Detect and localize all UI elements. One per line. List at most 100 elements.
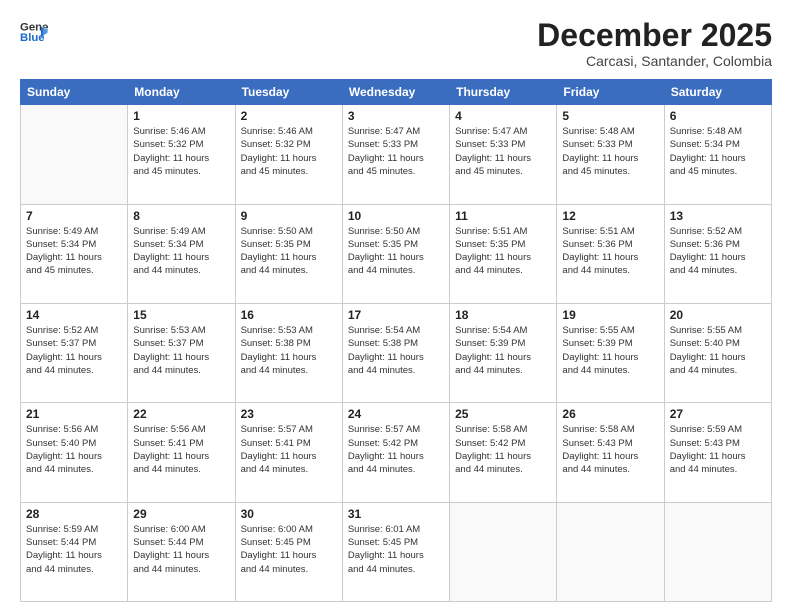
calendar-cell: 15Sunrise: 5:53 AM Sunset: 5:37 PM Dayli… [128,303,235,402]
calendar-cell: 10 Sunrise: 5:50 AM Sunset: 5:35 PM Dayli… [342,204,449,303]
calendar-week-row: 7 Sunrise: 5:49 AM Sunset: 5:34 PM Daylig… [21,204,772,303]
page: General Blue December 2025 Carcasi, Sant… [0,0,792,612]
day-info: Sunrise: 6:01 AM Sunset: 5:45 PM Dayligh… [348,523,444,576]
calendar-cell: 26Sunrise: 5:58 AM Sunset: 5:43 PM Dayli… [557,403,664,502]
calendar-cell: 9Sunrise: 5:50 AM Sunset: 5:35 PM Daylig… [235,204,342,303]
day-info: Sunrise: 5:57 AM Sunset: 5:41 PM Dayligh… [241,423,337,476]
calendar-week-row: 21Sunrise: 5:56 AM Sunset: 5:40 PM Dayli… [21,403,772,502]
day-number: 10 [348,209,444,223]
calendar-cell: 8 Sunrise: 5:49 AM Sunset: 5:34 PM Daylig… [128,204,235,303]
day-info: Sunrise: 5:47 AM Sunset: 5:33 PM Dayligh… [348,125,444,178]
day-info: Sunrise: 5:50 AM Sunset: 5:35 PM Dayligh… [348,225,444,278]
col-header-sunday: Sunday [21,80,128,105]
col-header-thursday: Thursday [450,80,557,105]
calendar-week-row: 1 Sunrise: 5:46 AM Sunset: 5:32 PM Daylig… [21,105,772,204]
day-number: 8 [133,209,229,223]
day-number: 17 [348,308,444,322]
day-info: Sunrise: 5:56 AM Sunset: 5:40 PM Dayligh… [26,423,122,476]
calendar-cell: 27 Sunrise: 5:59 AM Sunset: 5:43 PM Dayli… [664,403,771,502]
day-number: 15 [133,308,229,322]
day-info: Sunrise: 5:55 AM Sunset: 5:40 PM Dayligh… [670,324,766,377]
day-info: Sunrise: 5:46 AM Sunset: 5:32 PM Dayligh… [133,125,229,178]
day-info: Sunrise: 5:48 AM Sunset: 5:34 PM Dayligh… [670,125,766,178]
col-header-wednesday: Wednesday [342,80,449,105]
calendar-cell: 6 Sunrise: 5:48 AM Sunset: 5:34 PM Daylig… [664,105,771,204]
day-number: 31 [348,507,444,521]
calendar-cell: 29Sunrise: 6:00 AM Sunset: 5:44 PM Dayli… [128,502,235,601]
day-info: Sunrise: 5:51 AM Sunset: 5:36 PM Dayligh… [562,225,658,278]
calendar-cell: 14 Sunrise: 5:52 AM Sunset: 5:37 PM Dayli… [21,303,128,402]
day-info: Sunrise: 5:58 AM Sunset: 5:43 PM Dayligh… [562,423,658,476]
day-info: Sunrise: 5:47 AM Sunset: 5:33 PM Dayligh… [455,125,551,178]
calendar-cell: 20 Sunrise: 5:55 AM Sunset: 5:40 PM Dayli… [664,303,771,402]
day-info: Sunrise: 5:50 AM Sunset: 5:35 PM Dayligh… [241,225,337,278]
calendar-week-row: 14 Sunrise: 5:52 AM Sunset: 5:37 PM Dayli… [21,303,772,402]
col-header-tuesday: Tuesday [235,80,342,105]
calendar-cell: 3 Sunrise: 5:47 AM Sunset: 5:33 PM Daylig… [342,105,449,204]
calendar-cell: 13 Sunrise: 5:52 AM Sunset: 5:36 PM Dayli… [664,204,771,303]
day-info: Sunrise: 5:59 AM Sunset: 5:44 PM Dayligh… [26,523,122,576]
calendar-cell: 21Sunrise: 5:56 AM Sunset: 5:40 PM Dayli… [21,403,128,502]
day-number: 14 [26,308,122,322]
day-number: 4 [455,109,551,123]
day-info: Sunrise: 6:00 AM Sunset: 5:45 PM Dayligh… [241,523,337,576]
day-number: 27 [670,407,766,421]
day-number: 2 [241,109,337,123]
day-info: Sunrise: 5:46 AM Sunset: 5:32 PM Dayligh… [241,125,337,178]
day-number: 24 [348,407,444,421]
location-subtitle: Carcasi, Santander, Colombia [537,53,772,69]
calendar-cell: 18 Sunrise: 5:54 AM Sunset: 5:39 PM Dayli… [450,303,557,402]
title-block: December 2025 Carcasi, Santander, Colomb… [537,18,772,69]
calendar-table: SundayMondayTuesdayWednesdayThursdayFrid… [20,79,772,602]
calendar-cell: 2 Sunrise: 5:46 AM Sunset: 5:32 PM Daylig… [235,105,342,204]
day-number: 12 [562,209,658,223]
day-info: Sunrise: 5:49 AM Sunset: 5:34 PM Dayligh… [26,225,122,278]
calendar-cell: 1 Sunrise: 5:46 AM Sunset: 5:32 PM Daylig… [128,105,235,204]
day-number: 7 [26,209,122,223]
calendar-week-row: 28Sunrise: 5:59 AM Sunset: 5:44 PM Dayli… [21,502,772,601]
day-number: 6 [670,109,766,123]
day-number: 16 [241,308,337,322]
col-header-friday: Friday [557,80,664,105]
calendar-cell: 7 Sunrise: 5:49 AM Sunset: 5:34 PM Daylig… [21,204,128,303]
calendar-cell: 31 Sunrise: 6:01 AM Sunset: 5:45 PM Dayli… [342,502,449,601]
calendar-cell: 12 Sunrise: 5:51 AM Sunset: 5:36 PM Dayli… [557,204,664,303]
col-header-monday: Monday [128,80,235,105]
day-info: Sunrise: 5:48 AM Sunset: 5:33 PM Dayligh… [562,125,658,178]
calendar-cell: 28Sunrise: 5:59 AM Sunset: 5:44 PM Dayli… [21,502,128,601]
day-number: 1 [133,109,229,123]
day-number: 3 [348,109,444,123]
calendar-cell [21,105,128,204]
day-number: 30 [241,507,337,521]
day-info: Sunrise: 5:58 AM Sunset: 5:42 PM Dayligh… [455,423,551,476]
logo-icon: General Blue [20,18,48,46]
day-info: Sunrise: 5:54 AM Sunset: 5:39 PM Dayligh… [455,324,551,377]
day-number: 19 [562,308,658,322]
calendar-cell: 11 Sunrise: 5:51 AM Sunset: 5:35 PM Dayli… [450,204,557,303]
calendar-cell: 24 Sunrise: 5:57 AM Sunset: 5:42 PM Dayli… [342,403,449,502]
calendar-cell: 5Sunrise: 5:48 AM Sunset: 5:33 PM Daylig… [557,105,664,204]
day-number: 25 [455,407,551,421]
day-number: 18 [455,308,551,322]
calendar-cell [664,502,771,601]
day-info: Sunrise: 5:52 AM Sunset: 5:37 PM Dayligh… [26,324,122,377]
calendar-header-row: SundayMondayTuesdayWednesdayThursdayFrid… [21,80,772,105]
day-number: 29 [133,507,229,521]
day-number: 22 [133,407,229,421]
day-number: 11 [455,209,551,223]
calendar-cell: 23Sunrise: 5:57 AM Sunset: 5:41 PM Dayli… [235,403,342,502]
calendar-cell: 19Sunrise: 5:55 AM Sunset: 5:39 PM Dayli… [557,303,664,402]
calendar-cell: 22 Sunrise: 5:56 AM Sunset: 5:41 PM Dayli… [128,403,235,502]
day-info: Sunrise: 5:52 AM Sunset: 5:36 PM Dayligh… [670,225,766,278]
col-header-saturday: Saturday [664,80,771,105]
day-info: Sunrise: 5:56 AM Sunset: 5:41 PM Dayligh… [133,423,229,476]
day-info: Sunrise: 5:59 AM Sunset: 5:43 PM Dayligh… [670,423,766,476]
day-info: Sunrise: 5:51 AM Sunset: 5:35 PM Dayligh… [455,225,551,278]
calendar-cell: 30 Sunrise: 6:00 AM Sunset: 5:45 PM Dayli… [235,502,342,601]
day-number: 20 [670,308,766,322]
calendar-cell: 16 Sunrise: 5:53 AM Sunset: 5:38 PM Dayli… [235,303,342,402]
day-number: 13 [670,209,766,223]
day-info: Sunrise: 5:49 AM Sunset: 5:34 PM Dayligh… [133,225,229,278]
day-info: Sunrise: 5:57 AM Sunset: 5:42 PM Dayligh… [348,423,444,476]
day-info: Sunrise: 5:53 AM Sunset: 5:38 PM Dayligh… [241,324,337,377]
